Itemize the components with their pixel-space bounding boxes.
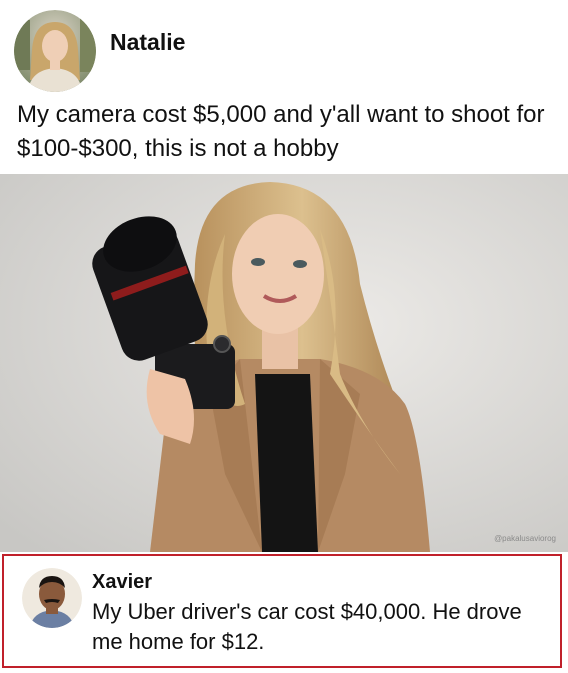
- reply-text: My Uber driver's car cost $40,000. He dr…: [92, 599, 522, 654]
- photo-watermark: @pakalusaviorog: [494, 534, 556, 543]
- natalie-avatar[interactable]: [14, 10, 96, 92]
- post-photo[interactable]: [0, 174, 568, 552]
- post-text: My camera cost $5,000 and y'all want to …: [17, 101, 545, 162]
- xavier-avatar[interactable]: [22, 568, 82, 628]
- reply-author-name[interactable]: Xavier: [92, 571, 152, 594]
- post-header: Natalie: [14, 10, 185, 92]
- reply-comment: Xavier My Uber driver's car cost $40,000…: [2, 554, 562, 668]
- post-author-name[interactable]: Natalie: [110, 29, 185, 56]
